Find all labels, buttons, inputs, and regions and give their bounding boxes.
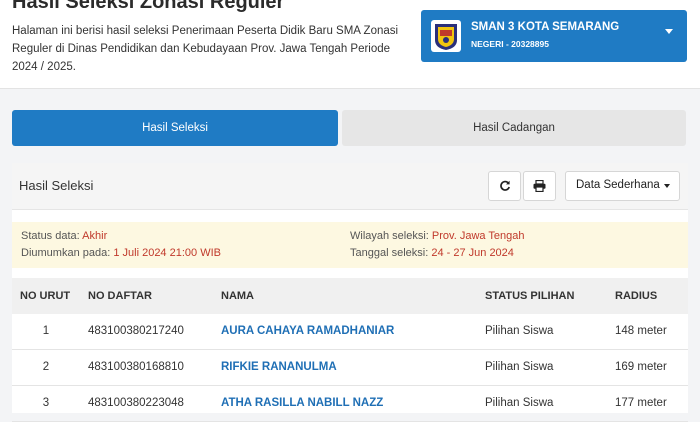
- status-label: Status data:: [21, 230, 80, 242]
- tab-hasil-seleksi[interactable]: Hasil Seleksi: [12, 110, 338, 146]
- chevron-down-icon: [665, 29, 673, 34]
- row-no-urut: 1: [42, 325, 50, 337]
- row-nama-link[interactable]: RIFKIE RANANULMA: [221, 361, 337, 373]
- row-status-pilihan: Pilihan Siswa: [485, 325, 554, 337]
- row-no-daftar: 483100380223048: [88, 397, 184, 409]
- row-radius: 148 meter: [615, 325, 667, 337]
- column-header-no-urut: NO URUT: [20, 290, 71, 302]
- panel-header: Hasil Seleksi Data Sederhana: [12, 163, 688, 210]
- column-header-nama: NAMA: [221, 290, 254, 302]
- row-no-urut: 2: [42, 361, 50, 373]
- tab-hasil-cadangan[interactable]: Hasil Cadangan: [342, 110, 686, 146]
- selection-info: Status data: Akhir Diumumkan pada: 1 Jul…: [12, 222, 688, 268]
- status-line: Status data: Akhir: [21, 230, 107, 242]
- row-radius: 169 meter: [615, 361, 667, 373]
- column-header-status-pilihan: STATUS PILIHAN: [485, 290, 575, 302]
- table-row: 3 483100380223048 ATHA RASILLA NABILL NA…: [12, 386, 688, 422]
- view-mode-label: Data Sederhana: [576, 179, 660, 191]
- school-npsn: NEGERI - 20328895: [471, 39, 549, 49]
- date-value: 24 - 27 Jun 2024: [431, 247, 514, 259]
- date-line: Tanggal seleksi: 24 - 27 Jun 2024: [350, 247, 514, 259]
- page-header: Hasil Seleksi Zonasi Reguler Halaman ini…: [0, 0, 700, 89]
- status-value: Akhir: [82, 230, 108, 242]
- table-row: 1 483100380217240 AURA CAHAYA RAMADHANIA…: [12, 314, 688, 350]
- date-label: Tanggal seleksi:: [350, 247, 429, 259]
- row-status-pilihan: Pilihan Siswa: [485, 397, 554, 409]
- announced-value: 1 Juli 2024 21:00 WIB: [113, 247, 221, 259]
- school-name: SMAN 3 KOTA SEMARANG: [471, 21, 620, 33]
- column-header-radius: RADIUS: [615, 290, 658, 302]
- refresh-icon: [499, 180, 510, 191]
- panel-title: Hasil Seleksi: [19, 178, 94, 193]
- column-header-no-daftar: NO DAFTAR: [88, 290, 152, 302]
- row-status-pilihan: Pilihan Siswa: [485, 361, 554, 373]
- print-icon: [533, 180, 546, 192]
- announced-line: Diumumkan pada: 1 Juli 2024 21:00 WIB: [21, 247, 221, 259]
- region-value: Prov. Jawa Tengah: [431, 230, 525, 242]
- row-no-daftar: 483100380217240: [88, 325, 184, 337]
- announced-label: Diumumkan pada:: [21, 247, 111, 259]
- results-panel: Hasil Seleksi Data Sederhana Status data…: [12, 163, 688, 422]
- refresh-button[interactable]: [488, 171, 521, 201]
- chevron-down-icon: [664, 184, 670, 188]
- row-nama-link[interactable]: AURA CAHAYA RAMADHANIAR: [221, 325, 394, 337]
- row-no-daftar: 483100380168810: [88, 361, 184, 373]
- page-description: Halaman ini berisi hasil seleksi Penerim…: [12, 25, 399, 73]
- table-row: 2 483100380168810 RIFKIE RANANULMA Pilih…: [12, 350, 688, 386]
- print-button[interactable]: [523, 171, 556, 201]
- school-crest-icon: [431, 20, 461, 52]
- view-mode-dropdown[interactable]: Data Sederhana: [565, 171, 680, 201]
- row-radius: 177 meter: [615, 397, 667, 409]
- region-line: Wilayah seleksi: Prov. Jawa Tengah: [350, 230, 524, 242]
- page-title: Hasil Seleksi Zonasi Reguler: [12, 0, 285, 13]
- school-selector[interactable]: SMAN 3 KOTA SEMARANG NEGERI - 20328895: [421, 10, 687, 62]
- region-label: Wilayah seleksi:: [350, 230, 429, 242]
- table-header: NO URUT NO DAFTAR NAMA STATUS PILIHAN RA…: [12, 278, 688, 314]
- row-no-urut: 3: [42, 397, 50, 409]
- row-nama-link[interactable]: ATHA RASILLA NABILL NAZZ: [221, 397, 383, 409]
